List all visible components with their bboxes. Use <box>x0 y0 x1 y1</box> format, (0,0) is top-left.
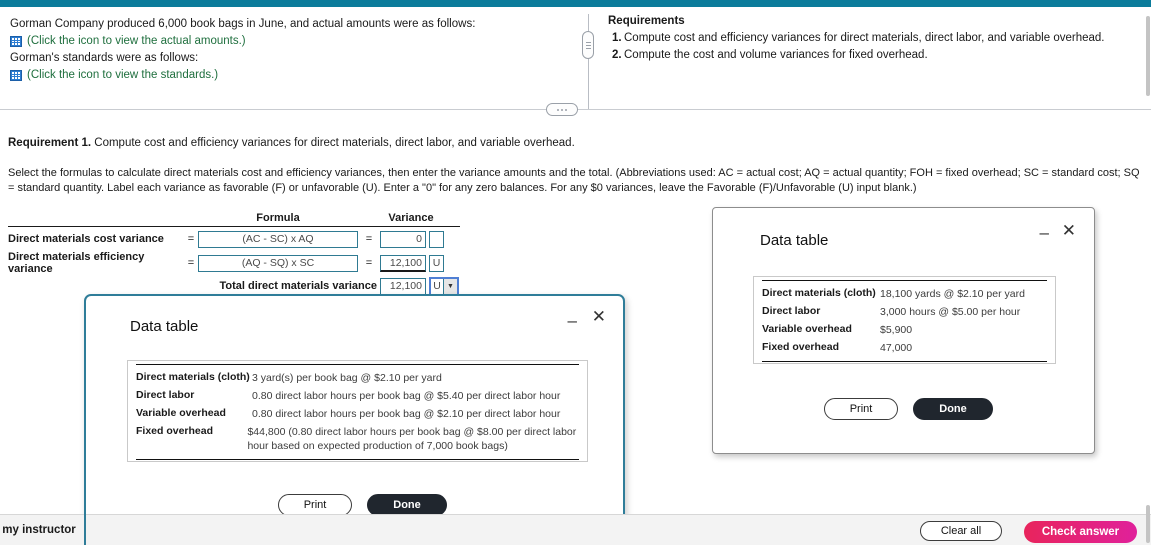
fu-input-cost-variance[interactable] <box>429 230 444 248</box>
row-value: 47,000 <box>880 342 913 354</box>
data-table-dialog-actual: Data table – ✕ Direct materials (cloth) … <box>712 207 1095 454</box>
minimize-icon[interactable]: – <box>1040 224 1049 241</box>
requirement-text: Compute the cost and volume variances fo… <box>624 49 928 61</box>
fu-dropdown-value: U <box>431 278 444 294</box>
table-row: Variable overhead $5,900 <box>762 321 1047 339</box>
total-row-label: Total direct materials variance <box>219 280 377 292</box>
scenario-intro-line: Gorman Company produced 6,000 book bags … <box>10 17 572 32</box>
close-icon[interactable]: ✕ <box>1062 222 1076 239</box>
row-key: Variable overhead <box>136 407 226 419</box>
requirement-heading-text: Compute cost and efficiency variances fo… <box>94 137 575 149</box>
upper-split-region: Gorman Company produced 6,000 book bags … <box>0 7 1151 109</box>
scrollbar-thumb-top[interactable] <box>1146 16 1150 96</box>
variance-table-header: Formula Variance <box>8 208 468 224</box>
table-row: Variable overhead 0.80 direct labor hour… <box>136 405 579 423</box>
standards-link[interactable]: (Click the icon to view the standards.) <box>27 69 218 81</box>
dialog-button-row: Print Done <box>278 494 447 516</box>
row-key: Direct labor <box>762 305 821 317</box>
requirements-panel: Requirements 1. Compute cost and efficie… <box>594 7 1151 108</box>
table-row: Fixed overhead 47,000 <box>762 339 1047 357</box>
row-key: Fixed overhead <box>762 341 840 353</box>
variance-formula-table: Formula Variance Direct materials cost v… <box>8 208 468 297</box>
table-row: Direct materials efficiency variance = (… <box>8 251 468 275</box>
row-value: 0.80 direct labor hours per book bag @ $… <box>252 390 561 402</box>
formula-select-efficiency-variance[interactable]: (AQ - SQ) x SC <box>198 254 358 272</box>
row-key: Direct labor <box>136 389 195 401</box>
table-row: Direct labor 0.80 direct labor hours per… <box>136 387 579 405</box>
row-value: 18,100 yards @ $2.10 per yard <box>880 288 1025 300</box>
dialog-title: Data table <box>130 318 199 335</box>
row-label-efficiency-variance: Direct materials efficiency variance <box>8 251 145 275</box>
minimize-icon[interactable]: – <box>568 312 577 329</box>
clear-all-button[interactable]: Clear all <box>920 521 1002 541</box>
done-button[interactable]: Done <box>367 494 447 516</box>
vertical-split-divider <box>588 14 589 109</box>
table-row: Fixed overhead $44,800 (0.80 direct labo… <box>136 423 579 455</box>
column-header-formula: Formula <box>256 212 300 224</box>
row-value: 3,000 hours @ $5.00 per hour <box>880 306 1021 318</box>
fu-input-efficiency-variance[interactable]: U <box>429 254 444 272</box>
requirement-heading: Requirement 1. Compute cost and efficien… <box>8 137 1151 149</box>
standards-intro-text: Gorman's standards were as follows: <box>10 52 199 64</box>
row-value: $5,900 <box>880 324 913 336</box>
dialog-data-table: Direct materials (cloth) 18,100 yards @ … <box>753 276 1056 364</box>
row-key: Fixed overhead <box>136 425 214 437</box>
done-button[interactable]: Done <box>913 398 993 420</box>
data-table-dialog-standards: Data table – ✕ Direct materials (cloth) … <box>84 294 625 545</box>
close-icon[interactable]: ✕ <box>592 308 606 325</box>
dialog-left-edge-overlap <box>84 505 86 545</box>
row-key: Variable overhead <box>762 323 852 335</box>
actual-amounts-link[interactable]: (Click the icon to view the actual amoun… <box>27 35 246 47</box>
horizontal-split-drag-handle[interactable] <box>546 103 578 116</box>
column-header-variance: Variance <box>388 212 434 224</box>
requirement-heading-label: Requirement 1. <box>8 137 92 149</box>
dialog-title: Data table <box>760 232 829 249</box>
requirement-number: 1. <box>612 32 622 44</box>
equals-sign: = <box>187 257 195 269</box>
row-value: 3 yard(s) per book bag @ $2.10 per yard <box>252 372 442 384</box>
fu-dropdown-total-variance[interactable]: U ▼ <box>429 276 459 296</box>
print-button[interactable]: Print <box>824 398 898 420</box>
table-row: Direct materials (cloth) 18,100 yards @ … <box>762 285 1047 303</box>
equals-sign: = <box>187 233 195 245</box>
row-label-cost-variance: Direct materials cost variance <box>8 233 164 245</box>
table-grid-icon[interactable] <box>10 69 22 81</box>
scenario-intro-text: Gorman Company produced 6,000 book bags … <box>10 18 476 30</box>
question-scenario-panel: Gorman Company produced 6,000 book bags … <box>0 7 584 108</box>
table-grid-icon[interactable] <box>10 35 22 47</box>
print-button[interactable]: Print <box>278 494 352 516</box>
row-key: Direct materials (cloth) <box>762 287 876 299</box>
amount-input-efficiency-variance[interactable]: 12,100 <box>380 254 426 272</box>
equals-sign: = <box>365 257 373 269</box>
formula-select-cost-variance[interactable]: (AC - SC) x AQ <box>198 230 358 248</box>
requirement-item: 1. Compute cost and efficiency variances… <box>608 31 1141 46</box>
scrollbar-thumb-bottom[interactable] <box>1146 505 1150 543</box>
requirement-number: 2. <box>612 49 622 61</box>
table-row: Direct materials (cloth) 3 yard(s) per b… <box>136 369 579 387</box>
check-answer-button[interactable]: Check answer <box>1024 521 1137 543</box>
row-key: Direct materials (cloth) <box>136 371 250 383</box>
app-top-accent-bar <box>0 0 1151 7</box>
row-value: 0.80 direct labor hours per book bag @ $… <box>252 408 561 420</box>
row-value: $44,800 (0.80 direct labor hours per boo… <box>247 426 577 452</box>
standards-intro-line: Gorman's standards were as follows: <box>10 51 572 66</box>
equals-sign: = <box>365 233 373 245</box>
ask-my-instructor-button[interactable]: Ask my instructor <box>0 524 76 536</box>
requirement-item: 2. Compute the cost and volume variances… <box>608 48 1141 63</box>
table-row: Direct labor 3,000 hours @ $5.00 per hou… <box>762 303 1047 321</box>
dialog-data-table: Direct materials (cloth) 3 yard(s) per b… <box>127 360 588 462</box>
vertical-split-drag-handle[interactable] <box>582 31 594 59</box>
requirement-text: Compute cost and efficiency variances fo… <box>624 32 1105 44</box>
chevron-down-icon[interactable]: ▼ <box>444 278 457 294</box>
dialog-button-row: Print Done <box>824 398 993 420</box>
page-root: Gorman Company produced 6,000 book bags … <box>0 0 1151 545</box>
requirements-title: Requirements <box>608 15 685 27</box>
amount-input-total-variance[interactable]: 12,100 <box>380 277 426 295</box>
amount-input-cost-variance[interactable]: 0 <box>380 230 426 248</box>
table-row: Direct materials cost variance = (AC - S… <box>8 227 468 251</box>
standards-link-row[interactable]: (Click the icon to view the standards.) <box>10 69 572 81</box>
actual-amounts-link-row[interactable]: (Click the icon to view the actual amoun… <box>10 35 572 47</box>
instructions-text: Select the formulas to calculate direct … <box>8 167 1140 194</box>
